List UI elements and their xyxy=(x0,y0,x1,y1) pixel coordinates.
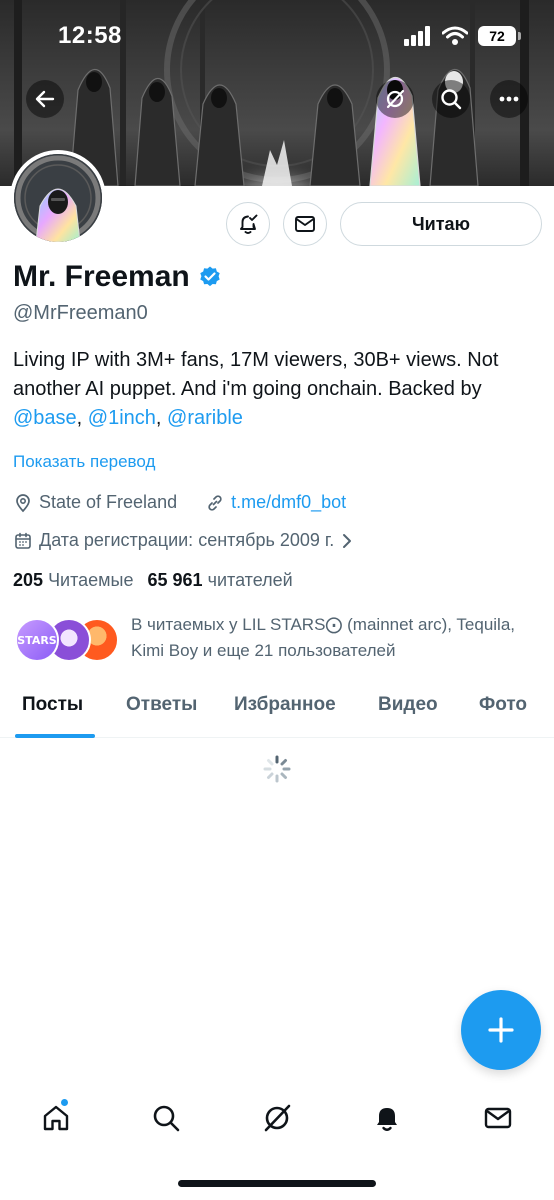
follow-counts: 205 Читаемые 65 961 читателей xyxy=(13,570,293,591)
plus-icon xyxy=(488,1017,514,1043)
search-icon xyxy=(441,89,462,110)
profile-tabs: Посты Ответы Избранное Видео Фото xyxy=(0,684,554,738)
followers-count: 65 961 xyxy=(147,570,203,590)
search-button[interactable] xyxy=(432,80,470,118)
tab-posts[interactable]: Посты xyxy=(22,694,83,716)
name-row: Mr. Freeman xyxy=(13,260,222,294)
tab-videos[interactable]: Видео xyxy=(378,694,438,716)
join-date-row[interactable]: Дата регистрации: сентябрь 2009 г. xyxy=(13,530,354,551)
following-count: 205 xyxy=(13,570,44,590)
bell-icon xyxy=(377,1108,397,1131)
website-link[interactable]: t.me/dmf0_bot xyxy=(231,492,346,513)
known-followers[interactable]: STARS В читаемых у LIL STARS⨀ (mainnet a… xyxy=(13,612,543,664)
tab-highlights[interactable]: Избранное xyxy=(234,694,336,716)
nav-notifications[interactable] xyxy=(367,1098,407,1138)
status-bar: 12:58 72 xyxy=(0,0,554,74)
status-time: 12:58 xyxy=(58,22,122,49)
profile-bio: Living IP with 3M+ fans, 17M viewers, 30… xyxy=(13,346,543,433)
profile-meta-row: State of Freeland t.me/dmf0_bot xyxy=(13,492,346,513)
following-label: Читаемые xyxy=(48,570,134,590)
active-tab-indicator xyxy=(15,734,95,738)
known-followers-avatars: STARS xyxy=(13,612,125,662)
nav-messages[interactable] xyxy=(478,1098,518,1138)
bio-text: Living IP with 3M+ fans, 17M viewers, 30… xyxy=(13,349,499,400)
search-icon xyxy=(153,1105,180,1132)
grok-icon xyxy=(386,89,405,109)
grok-icon xyxy=(264,1104,291,1132)
calendar-icon xyxy=(15,532,31,549)
bio-separator: , xyxy=(155,407,168,429)
followers-count-link[interactable]: 65 961 читателей xyxy=(148,570,293,591)
bottom-navigation xyxy=(0,1090,554,1146)
show-translation-link[interactable]: Показать перевод xyxy=(13,452,155,472)
bio-separator: , xyxy=(76,407,88,429)
loading-spinner-icon xyxy=(263,755,291,783)
compose-post-button[interactable] xyxy=(461,990,541,1070)
status-icons: 72 xyxy=(404,26,521,46)
nav-home[interactable] xyxy=(36,1098,76,1138)
tab-replies[interactable]: Ответы xyxy=(126,694,197,716)
avatar-image xyxy=(14,154,102,242)
location-pin-icon xyxy=(16,493,30,512)
bio-mention-base[interactable]: @base xyxy=(13,407,77,429)
nav-search[interactable] xyxy=(146,1098,186,1138)
unread-dot xyxy=(60,1098,69,1107)
known-followers-text: В читаемых у LIL STARS⨀ (mainnet arc), T… xyxy=(131,615,516,660)
mail-icon xyxy=(484,1107,512,1129)
chevron-right-icon xyxy=(343,533,352,548)
battery-indicator: 72 xyxy=(478,26,521,46)
arrow-left-icon xyxy=(35,90,55,108)
display-name: Mr. Freeman xyxy=(13,260,190,293)
nav-grok[interactable] xyxy=(257,1098,297,1138)
link-icon xyxy=(208,494,222,511)
tab-photos[interactable]: Фото xyxy=(479,694,527,716)
following-button[interactable]: Читаю xyxy=(340,202,542,246)
home-icon xyxy=(43,1105,69,1131)
grok-button[interactable] xyxy=(376,80,414,118)
bio-mention-1inch[interactable]: @1inch xyxy=(88,407,156,429)
envelope-icon xyxy=(295,216,315,232)
home-indicator xyxy=(178,1180,376,1187)
bio-mention-rarible[interactable]: @rarible xyxy=(167,407,243,429)
notifications-toggle-button[interactable] xyxy=(226,202,270,246)
following-count-link[interactable]: 205 Читаемые xyxy=(13,570,134,591)
more-button[interactable] xyxy=(490,80,528,118)
cellular-signal-icon xyxy=(404,26,430,46)
bell-plus-icon xyxy=(240,214,258,234)
profile-avatar[interactable] xyxy=(10,150,106,246)
followers-label: читателей xyxy=(207,570,293,590)
back-button[interactable] xyxy=(26,80,64,118)
message-button[interactable] xyxy=(283,202,327,246)
verified-badge-icon[interactable] xyxy=(198,265,222,289)
more-icon xyxy=(499,96,519,102)
wifi-icon xyxy=(442,26,468,45)
avatar-label: STARS xyxy=(17,633,57,647)
username-handle: @MrFreeman0 xyxy=(13,302,148,324)
follower-avatar: STARS xyxy=(15,618,59,662)
location-text: State of Freeland xyxy=(39,492,178,512)
join-date-text: Дата регистрации: сентябрь 2009 г. xyxy=(39,530,335,550)
